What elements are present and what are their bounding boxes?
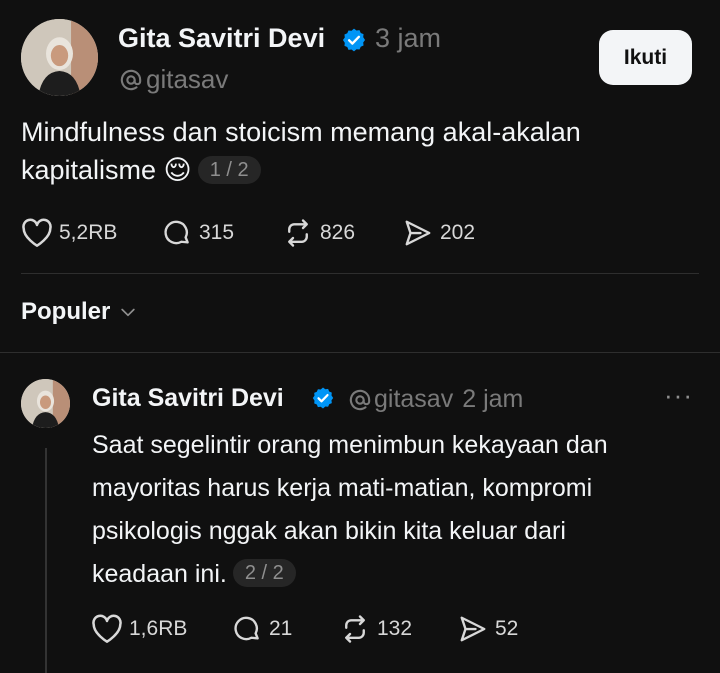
heart-icon — [22, 218, 52, 247]
reply-text-line: psikologis nggak akan bikin kita keluar … — [92, 517, 566, 545]
reply-actions: 1,6RB 21 132 52 — [91, 614, 547, 644]
reply-button[interactable]: 315 — [161, 218, 282, 248]
thread-counter-badge: 2 / 2 — [232, 559, 296, 588]
reply-text-line: keadaan ini. 2 / 2 — [92, 553, 608, 596]
threads-at-icon — [349, 389, 371, 410]
post-actions: 5,2RB 315 826 202 — [21, 218, 502, 248]
post-text-line: Mindfulness dan stoicism memang akal-aka… — [21, 117, 581, 147]
handle-text: gitasav — [374, 385, 454, 413]
avatar[interactable] — [21, 379, 70, 428]
like-count: 5,2RB — [59, 221, 118, 244]
more-icon[interactable]: ··· — [664, 380, 693, 411]
avatar-photo — [21, 19, 98, 96]
avatar-photo — [21, 379, 70, 428]
post-text-line: kapitalisme 😌 1 / 2 — [21, 151, 581, 189]
author-name[interactable]: Gita Savitri Devi — [118, 23, 325, 54]
author-handle[interactable]: gitasav — [120, 64, 228, 95]
reply-author-handle[interactable]: gitasav 2 jam — [349, 385, 523, 414]
reply-text-line: Saat segelintir orang menimbun kekayaan … — [92, 431, 608, 459]
follow-button[interactable]: Ikuti — [599, 30, 692, 85]
reply-author-name[interactable]: Gita Savitri Devi — [92, 384, 284, 413]
like-button[interactable]: 5,2RB — [21, 218, 161, 248]
reply-text: Saat segelintir orang menimbun kekayaan … — [92, 424, 608, 596]
repost-button[interactable]: 826 — [282, 218, 402, 248]
thread-counter-badge: 1 / 2 — [197, 155, 261, 184]
repost-count: 826 — [320, 221, 356, 244]
sort-dropdown[interactable]: Populer — [21, 298, 138, 326]
sort-label: Populer — [21, 298, 111, 325]
share-icon — [405, 220, 431, 246]
share-count: 202 — [440, 221, 476, 244]
post-time: 3 jam — [375, 23, 442, 53]
share-button[interactable]: 202 — [402, 218, 502, 248]
reply-time: 2 jam — [462, 385, 524, 413]
share-button[interactable]: 52 — [457, 614, 547, 644]
verified-badge-icon — [342, 28, 366, 52]
share-icon — [460, 616, 486, 642]
share-count: 52 — [495, 617, 519, 640]
post-text: Mindfulness dan stoicism memang akal-aka… — [21, 113, 581, 189]
like-button[interactable]: 1,6RB — [91, 614, 231, 644]
thread-line — [45, 448, 47, 673]
divider — [21, 273, 699, 274]
reply-text-line-content: keadaan ini. — [92, 560, 227, 588]
divider — [0, 352, 720, 353]
reply-count: 315 — [199, 221, 235, 244]
avatar[interactable] — [21, 19, 98, 96]
reply-button[interactable]: 21 — [231, 614, 339, 644]
repost-button[interactable]: 132 — [339, 614, 457, 644]
reply-text-line: mayoritas harus kerja mati-matian, kompr… — [92, 474, 593, 502]
chevron-down-icon — [121, 308, 136, 317]
threads-at-icon — [120, 69, 142, 90]
verified-badge-icon — [312, 387, 334, 409]
reply-count: 21 — [269, 617, 293, 640]
like-count: 1,6RB — [129, 617, 188, 640]
repost-icon — [345, 615, 365, 643]
comment-icon — [234, 616, 259, 641]
repost-count: 132 — [377, 617, 413, 640]
handle-text: gitasav — [146, 64, 229, 94]
comment-icon — [164, 220, 189, 245]
heart-icon — [92, 614, 122, 643]
repost-icon — [288, 219, 308, 247]
post-text-line-content: kapitalisme 😌 — [21, 155, 192, 185]
